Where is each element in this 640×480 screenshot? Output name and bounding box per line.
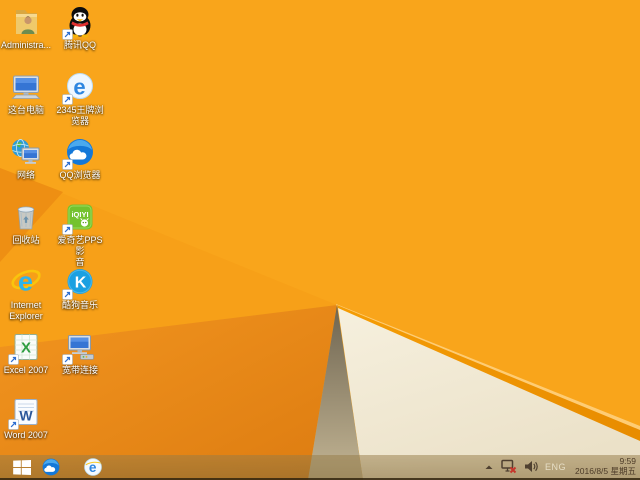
- computer-icon: [9, 70, 43, 104]
- svg-text:e: e: [18, 267, 33, 297]
- svg-text:e: e: [73, 75, 85, 100]
- browser-e-icon: e: [62, 70, 97, 105]
- desktop-icon-tencent-qq[interactable]: 腾讯QQ: [54, 5, 106, 51]
- taskbar-qq-browser-button[interactable]: [40, 456, 62, 478]
- ie-icon: e: [9, 265, 43, 299]
- svg-text:W: W: [19, 408, 33, 424]
- desktop-icon-broadband[interactable]: 宽带连接: [54, 330, 106, 376]
- svg-text:iQIYI: iQIYI: [71, 210, 88, 219]
- svg-text:K: K: [75, 275, 87, 292]
- desktop-icon-label: 爱奇艺PPS 影 音: [57, 235, 103, 267]
- desktop-icon-label: 网络: [16, 170, 35, 180]
- shortcut-arrow-icon: [62, 29, 73, 40]
- desktop-icon-label: Internet Explorer: [9, 300, 43, 321]
- desktop-icon-label: 这台电脑: [7, 105, 44, 115]
- broadband-icon: [62, 330, 97, 365]
- qq-browser-icon: [42, 458, 60, 476]
- svg-text:X: X: [21, 340, 31, 357]
- desktop-icon-2345-browser[interactable]: e 2345王牌浏 览器: [54, 70, 106, 127]
- desktop-icon-label: Excel 2007: [3, 365, 49, 375]
- clock-date: 2016/8/5 星期五: [575, 465, 636, 476]
- desktop-icon-excel-2007[interactable]: X Excel 2007: [0, 330, 52, 376]
- start-button[interactable]: [9, 459, 33, 476]
- desktop-icon-word-2007[interactable]: W Word 2007: [0, 395, 52, 441]
- desktop-icon-network[interactable]: 网络: [0, 135, 52, 181]
- desktop-icon-internet-explorer[interactable]: e Internet Explorer: [0, 265, 52, 322]
- desktop-icon-iqiyi-pps[interactable]: iQIYI 爱奇艺PPS 影 音: [54, 200, 106, 268]
- taskbar: e ENG 9:59 2016/8/5 星期五: [0, 455, 640, 480]
- user-folder-icon: [9, 5, 43, 39]
- desktop-icon-label: Administra...: [0, 40, 51, 50]
- desktop-icon-label: QQ浏览器: [59, 170, 101, 180]
- taskbar-clock[interactable]: 9:59 2016/8/5 星期五: [573, 456, 636, 476]
- ie-icon: e: [84, 458, 102, 476]
- desktop-icon-label: 宽带连接: [61, 365, 98, 375]
- qq-browser-icon: [62, 135, 97, 170]
- desktop-icon-kugou-music[interactable]: K 酷狗音乐: [54, 265, 106, 311]
- desktop-icon-qq-browser[interactable]: QQ浏览器: [54, 135, 106, 181]
- network-disconnected-icon[interactable]: [501, 459, 517, 474]
- shortcut-arrow-icon: [62, 354, 73, 365]
- show-hidden-icons-button[interactable]: [484, 463, 494, 471]
- desktop-icon-label: 酷狗音乐: [61, 300, 98, 310]
- language-indicator[interactable]: ENG: [545, 462, 566, 472]
- windows-logo-icon: [13, 460, 31, 475]
- desktop-icon-label: 回收站: [12, 235, 40, 245]
- desktop-icon-administrator-folder[interactable]: Administra...: [0, 5, 52, 51]
- desktop-icon-label: 腾讯QQ: [63, 40, 96, 50]
- excel-icon: X: [8, 330, 43, 365]
- qq-penguin-icon: [62, 5, 97, 40]
- shortcut-arrow-icon: [8, 419, 19, 430]
- desktop-icon-this-pc[interactable]: 这台电脑: [0, 70, 52, 116]
- desktop-icon-label: Word 2007: [4, 430, 48, 440]
- volume-icon[interactable]: [524, 460, 538, 473]
- shortcut-arrow-icon: [62, 94, 73, 105]
- taskbar-internet-explorer-button[interactable]: e: [82, 456, 104, 478]
- desktop-icon-label: 2345王牌浏 览器: [56, 105, 104, 126]
- word-icon: W: [8, 395, 43, 430]
- desktop: Administra... 这台电脑 网络 回收站 e Internet Exp…: [0, 0, 640, 480]
- kugou-icon: K: [62, 265, 97, 300]
- iqiyi-icon: iQIYI: [62, 200, 97, 235]
- system-tray: ENG 9:59 2016/8/5 星期五: [484, 455, 636, 478]
- network-globe-icon: [9, 135, 43, 169]
- shortcut-arrow-icon: [8, 354, 19, 365]
- recycle-bin-icon: [9, 200, 43, 234]
- shortcut-arrow-icon: [62, 289, 73, 300]
- shortcut-arrow-icon: [62, 159, 73, 170]
- desktop-icon-recycle-bin[interactable]: 回收站: [0, 200, 52, 246]
- shortcut-arrow-icon: [62, 224, 73, 235]
